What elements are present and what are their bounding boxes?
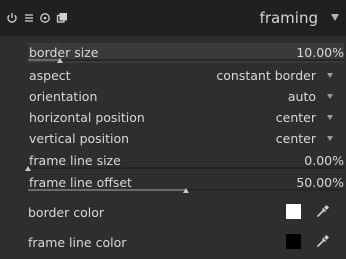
color-picker-icon[interactable]: [315, 203, 331, 219]
border-size-slider[interactable]: border size 10.00%: [28, 43, 344, 63]
aspect-label: aspect: [29, 68, 71, 83]
frame-line-size-label: frame line size: [29, 153, 121, 168]
chevron-down-icon: [327, 73, 333, 78]
module-header: framing: [0, 0, 346, 36]
aspect-value: constant border: [216, 68, 316, 83]
orientation-value: auto: [287, 89, 316, 104]
border-color-row: border color: [28, 198, 346, 228]
chevron-down-icon: [327, 115, 333, 120]
frame-line-offset-value: 50.00%: [296, 175, 344, 190]
vertical-position-combobox[interactable]: vertical position center: [28, 129, 344, 149]
collapse-icon[interactable]: [331, 14, 339, 21]
frame-line-offset-handle[interactable]: [183, 188, 189, 193]
chevron-down-icon: [327, 136, 333, 141]
frame-line-size-handle[interactable]: [25, 166, 31, 171]
border-color-swatch[interactable]: [286, 204, 301, 219]
border-size-track: [28, 59, 344, 61]
frame-line-color-row: frame line color: [28, 228, 346, 258]
vertical-position-label: vertical position: [29, 131, 130, 146]
orientation-label: orientation: [29, 89, 98, 104]
color-picker-icon[interactable]: [315, 233, 331, 249]
horizontal-position-label: horizontal position: [29, 110, 145, 125]
horizontal-position-combobox[interactable]: horizontal position center: [28, 108, 344, 128]
presets-icon[interactable]: [23, 12, 35, 24]
frame-line-size-value: 0.00%: [304, 153, 344, 168]
reset-icon[interactable]: [39, 12, 51, 24]
horizontal-position-value: center: [275, 110, 316, 125]
border-color-label: border color: [28, 205, 105, 220]
multi-instance-icon[interactable]: [56, 12, 68, 24]
border-size-value: 10.00%: [296, 45, 344, 60]
border-size-fill: [28, 59, 60, 61]
frame-line-color-swatch[interactable]: [286, 234, 301, 249]
frame-line-size-slider[interactable]: frame line size 0.00%: [25, 151, 344, 171]
orientation-combobox[interactable]: orientation auto: [28, 87, 344, 107]
vertical-position-value: center: [275, 131, 316, 146]
module-title: framing: [259, 9, 318, 27]
power-icon[interactable]: [6, 12, 18, 24]
chevron-down-icon: [327, 94, 333, 99]
framing-module-panel: framing border size 10.00% aspect consta…: [0, 0, 346, 259]
frame-line-offset-fill: [28, 189, 186, 191]
frame-line-offset-slider[interactable]: frame line offset 50.00%: [28, 173, 344, 193]
border-size-handle[interactable]: [56, 58, 63, 63]
frame-line-offset-label: frame line offset: [29, 175, 132, 190]
border-size-label: border size: [29, 45, 99, 60]
aspect-combobox[interactable]: aspect constant border: [28, 66, 344, 86]
frame-line-color-label: frame line color: [28, 235, 127, 250]
frame-line-size-track: [28, 167, 344, 169]
